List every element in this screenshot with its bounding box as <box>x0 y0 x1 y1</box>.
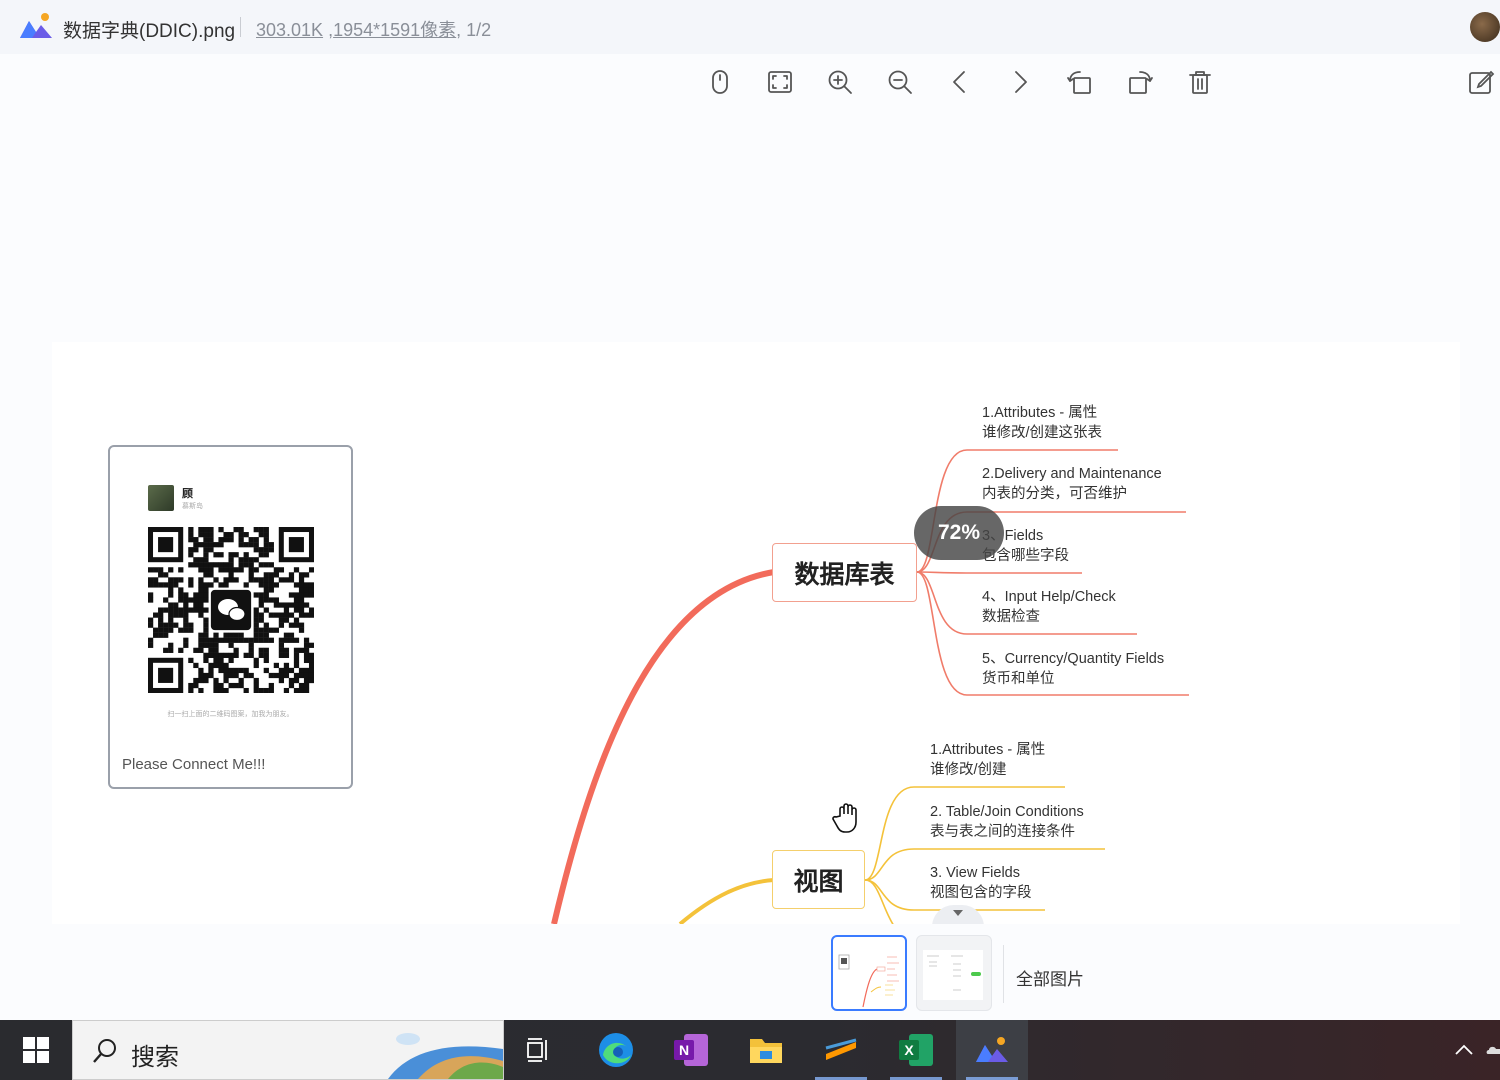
qr-hint: 扫一扫上面的二维码图案，加我为朋友。 <box>167 711 294 718</box>
mindmap-node-table: 数据库表 <box>772 543 917 602</box>
qr-name: 顾 <box>182 488 193 500</box>
thumbnail-2[interactable] <box>916 935 992 1011</box>
zoom-in-icon <box>828 70 852 94</box>
mouse-mode-button[interactable] <box>700 62 740 102</box>
mouse-mode-icon <box>712 70 728 94</box>
fit-screen-icon <box>768 71 792 93</box>
table-leaf: 2.Delivery and Maintenance 内表的分类，可否维护 <box>982 465 1162 504</box>
previous-button[interactable] <box>940 62 980 102</box>
app-logo-icon <box>20 13 52 38</box>
image-dimensions[interactable]: 1954*1591像素 <box>333 20 456 40</box>
file-name: 数据字典(DDIC).png <box>63 21 236 42</box>
taskbar-onenote[interactable]: N <box>655 1020 727 1080</box>
taskbar-image-viewer[interactable] <box>956 1020 1028 1080</box>
zoom-out-icon <box>888 70 912 94</box>
view-leaf: 3. View Fields 视图包含的字段 <box>930 864 1032 903</box>
chevron-down-icon <box>953 910 963 916</box>
rotate-left-button[interactable] <box>1060 62 1100 102</box>
svg-text:X: X <box>904 1042 914 1058</box>
rotate-right-icon <box>1129 71 1153 94</box>
user-avatar[interactable] <box>1470 12 1500 42</box>
delete-icon <box>1189 71 1211 94</box>
thumbnail-diagram-preview <box>923 950 983 1000</box>
onenote-icon: N <box>674 1034 708 1066</box>
next-icon <box>1015 71 1027 93</box>
leaf-desc: 数据检查 <box>982 608 1040 625</box>
taskbar-file-explorer[interactable] <box>730 1020 802 1080</box>
tray-chevron-up-icon[interactable] <box>1452 1038 1476 1062</box>
onedrive-cloud-icon[interactable] <box>1486 1040 1500 1060</box>
page-index: , 1/2 <box>456 20 492 40</box>
edge-icon <box>599 1033 633 1067</box>
next-button[interactable] <box>1000 62 1040 102</box>
search-icon <box>93 1039 116 1063</box>
leaf-title: 3. View Fields <box>930 865 1020 881</box>
table-leaf: 1.Attributes - 属性 谁修改/创建这张表 <box>982 404 1102 443</box>
zoom-out-button[interactable] <box>880 62 920 102</box>
taskbar-sublime[interactable] <box>805 1020 877 1080</box>
image-viewport[interactable]: 顾 慕斯岛 扫一扫上面的二维码图案，加我为朋友。 Please Connect … <box>52 342 1460 924</box>
edit-icon <box>1469 70 1495 94</box>
qr-code <box>148 527 314 693</box>
rotate-left-icon <box>1067 71 1091 94</box>
sublime-icon <box>825 1038 857 1060</box>
meta-separator: , <box>323 20 334 40</box>
qr-avatar <box>148 485 174 511</box>
view-leaf: 2. Table/Join Conditions 表与表之间的连接条件 <box>930 803 1084 842</box>
edit-button[interactable] <box>1462 62 1500 102</box>
leaf-title: 5、Currency/Quantity Fields <box>982 651 1165 667</box>
zoom-level-indicator: 72% <box>914 506 1004 560</box>
taskbar-search[interactable]: 搜索 <box>72 1020 504 1080</box>
rotate-right-button[interactable] <box>1120 62 1160 102</box>
leaf-title: 1.Attributes - 属性 <box>930 742 1046 758</box>
start-button[interactable] <box>0 1020 72 1080</box>
svg-text:N: N <box>679 1042 689 1058</box>
leaf-title: 2. Table/Join Conditions <box>930 804 1084 820</box>
qr-region: 慕斯岛 <box>182 503 203 510</box>
excel-icon: X <box>899 1034 933 1066</box>
leaf-desc: 谁修改/创建这张表 <box>982 424 1103 441</box>
table-leaf: 4、Input Help/Check 数据检查 <box>982 588 1116 627</box>
file-meta: 303.01K ,1954*1591像素, 1/2 <box>256 16 491 42</box>
qr-caption: Please Connect Me!!! <box>122 756 266 773</box>
leaf-desc: 表与表之间的连接条件 <box>930 823 1075 840</box>
windows-logo-icon <box>23 1037 49 1063</box>
leaf-desc: 谁修改/创建 <box>930 761 1007 778</box>
search-highlight-illustration-icon <box>388 1033 503 1079</box>
all-images-link[interactable]: 全部图片 <box>1016 965 1084 990</box>
leaf-desc: 视图包含的字段 <box>930 884 1032 901</box>
mindmap-node-view: 视图 <box>772 850 865 909</box>
leaf-title: 2.Delivery and Maintenance <box>982 466 1162 482</box>
leaf-desc: 货币和单位 <box>982 670 1055 687</box>
thumbnail-mindmap-preview <box>838 954 899 1008</box>
hand-cursor-icon <box>832 803 857 833</box>
thumbnail-divider <box>1003 945 1004 1003</box>
file-size[interactable]: 303.01K <box>256 20 323 40</box>
zoom-in-button[interactable] <box>820 62 860 102</box>
leaf-desc: 内表的分类，可否维护 <box>982 485 1127 502</box>
title-divider <box>240 17 241 37</box>
previous-icon <box>953 71 965 93</box>
task-view-icon <box>527 1038 547 1062</box>
delete-button[interactable] <box>1180 62 1220 102</box>
file-explorer-icon <box>750 1039 782 1063</box>
fit-screen-button[interactable] <box>760 62 800 102</box>
qr-card: 顾 慕斯岛 扫一扫上面的二维码图案，加我为朋友。 Please Connect … <box>108 445 353 789</box>
windows-taskbar: 搜索 N X <box>0 1020 1500 1080</box>
table-leaf: 5、Currency/Quantity Fields 货币和单位 <box>982 650 1164 689</box>
taskbar-task-view[interactable] <box>504 1020 576 1080</box>
taskbar-edge[interactable] <box>580 1020 652 1080</box>
view-leaf: 1.Attributes - 属性 谁修改/创建 <box>930 741 1045 780</box>
leaf-title: 1.Attributes - 属性 <box>982 405 1098 421</box>
title-bar: 数据字典(DDIC).png 303.01K ,1954*1591像素, 1/2 <box>0 0 1500 54</box>
image-toolbar <box>700 62 1240 102</box>
search-placeholder: 搜索 <box>131 1044 179 1071</box>
image-viewer-icon <box>976 1037 1008 1062</box>
taskbar-excel[interactable]: X <box>880 1020 952 1080</box>
thumbnail-1[interactable] <box>831 935 907 1011</box>
leaf-title: 4、Input Help/Check <box>982 589 1116 605</box>
